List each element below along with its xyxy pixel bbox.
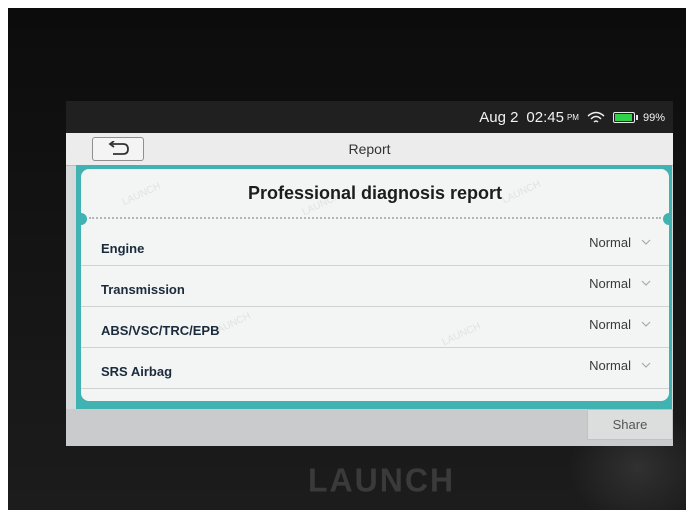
battery-percent: 99% xyxy=(642,111,665,124)
chevron-down-icon xyxy=(641,280,651,286)
status-time: 02:45 xyxy=(526,109,564,126)
system-status: Normal xyxy=(589,235,631,250)
perforation-divider xyxy=(89,217,661,219)
bottom-bar: Share xyxy=(66,409,673,446)
status-ampm: PM xyxy=(566,113,579,122)
system-status: Normal xyxy=(589,276,631,291)
system-name: Transmission xyxy=(101,282,185,297)
system-name: Engine xyxy=(101,241,145,256)
share-button[interactable]: Share xyxy=(587,409,673,440)
battery-level xyxy=(614,114,632,121)
battery-icon xyxy=(612,112,638,123)
wifi-icon xyxy=(587,111,605,123)
status-bar: Aug 2 02:45 PM 99% xyxy=(66,101,673,133)
page-title: Report xyxy=(348,141,391,157)
status-date: Aug 2 xyxy=(479,109,519,126)
chevron-down-icon xyxy=(641,321,651,327)
report-card: LAUNCH LAUNCH LAUNCH LAUNCH LAUNCH Profe… xyxy=(81,169,669,401)
report-row-srs[interactable]: SRS Airbag Normal xyxy=(81,348,669,389)
device-brand-logo: LAUNCH xyxy=(308,461,456,499)
device-photo: Aug 2 02:45 PM 99% Report LAUNCH LAUNCH … xyxy=(8,8,686,510)
status-indicators: Aug 2 02:45 PM 99% xyxy=(479,109,665,126)
title-bar: Report xyxy=(66,133,673,166)
report-list: Engine Normal Transmission Normal ABS/VS… xyxy=(81,225,669,389)
system-name: SRS Airbag xyxy=(101,364,173,379)
report-row-abs[interactable]: ABS/VSC/TRC/EPB Normal xyxy=(81,307,669,348)
report-row-transmission[interactable]: Transmission Normal xyxy=(81,266,669,307)
system-status: Normal xyxy=(589,358,631,373)
report-row-engine[interactable]: Engine Normal xyxy=(81,225,669,266)
report-heading: Professional diagnosis report xyxy=(247,183,503,203)
chevron-down-icon xyxy=(641,239,651,245)
system-status: Normal xyxy=(589,317,631,332)
content-area: LAUNCH LAUNCH LAUNCH LAUNCH LAUNCH Profe… xyxy=(76,165,672,409)
ticket-notch-right xyxy=(663,213,669,225)
device-screen: Aug 2 02:45 PM 99% Report LAUNCH LAUNCH … xyxy=(66,101,673,446)
ticket-notch-left xyxy=(81,213,87,225)
chevron-down-icon xyxy=(641,362,651,368)
system-name: ABS/VSC/TRC/EPB xyxy=(101,323,220,338)
